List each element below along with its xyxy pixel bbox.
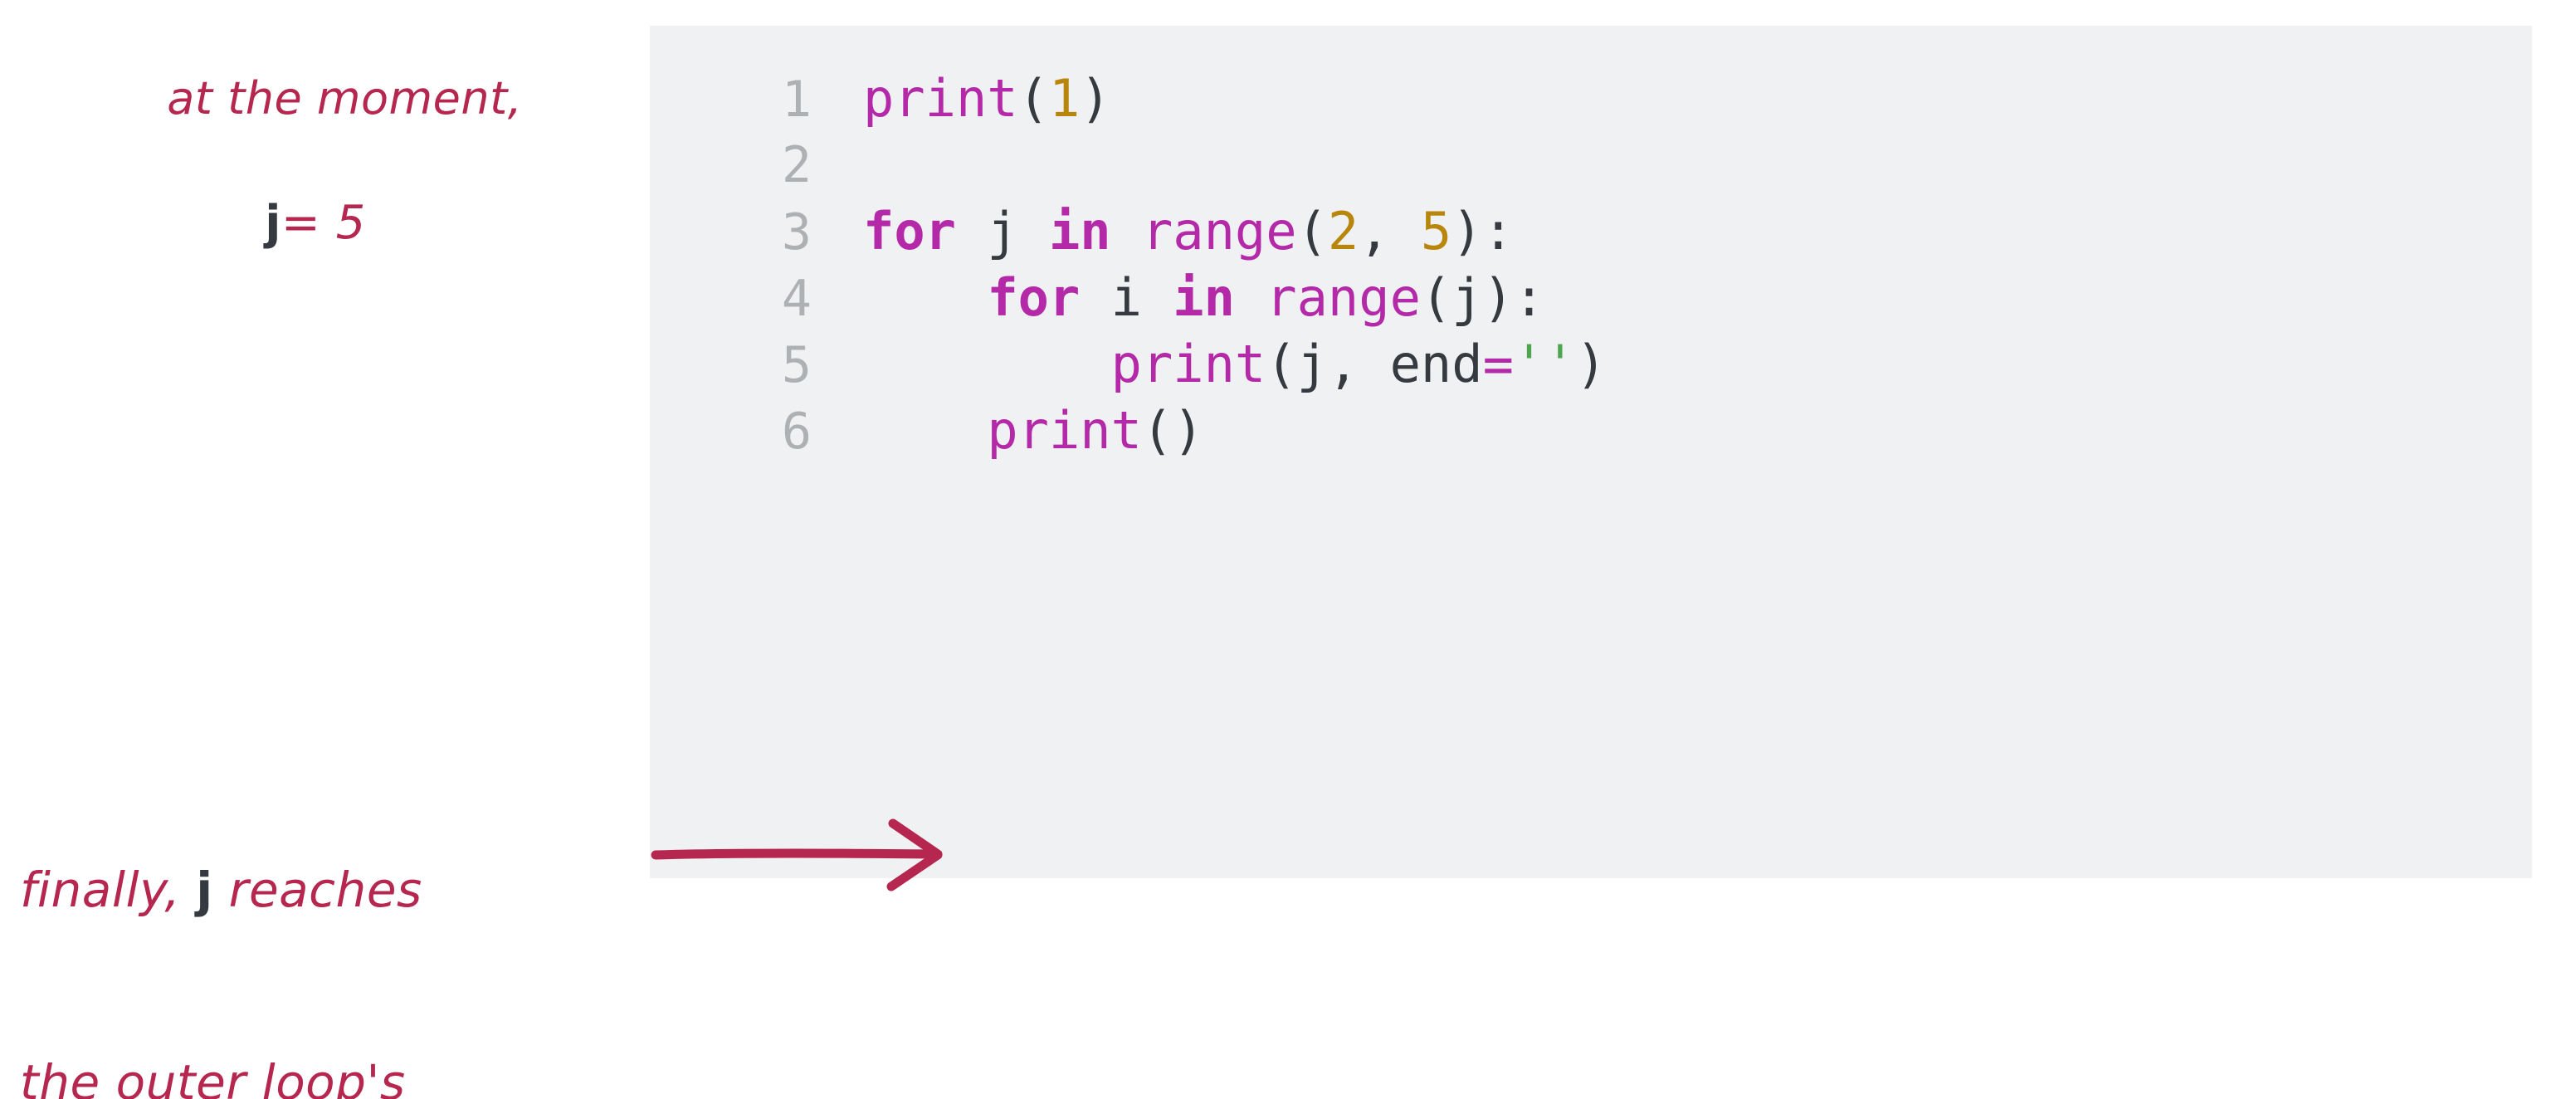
code-line-1-content: print(1) xyxy=(863,68,1111,129)
line-number-2: 2 xyxy=(781,136,812,194)
line-number-3: 3 xyxy=(781,203,812,261)
code-line-6: 6 print() xyxy=(650,398,2532,464)
line-number-6: 6 xyxy=(781,403,812,461)
annotation-bottom-note: finally, j reaches the outer loop's limi… xyxy=(20,730,474,1099)
code-block[interactable]: 1 print(1) 2 3 for j in range(2, 5): 4 f… xyxy=(650,26,2532,878)
code-line-1: 1 print(1) xyxy=(650,66,2532,132)
annotated-code-figure: at the moment, j= 5 1 print(1) 2 3 for j… xyxy=(0,0,2576,1099)
annotation-bottom-line1: finally, j reaches xyxy=(20,858,474,922)
code-line-5-content: print(j, end='') xyxy=(1110,334,1607,394)
annotation-top-line1: at the moment, xyxy=(167,72,523,125)
code-line-6-content: print() xyxy=(987,400,1204,461)
annotation-bottom-line1-suffix: reaches xyxy=(212,862,422,919)
code-line-3: 3 for j in range(2, 5): xyxy=(650,198,2532,265)
code-line-4: 4 for i in range(j): xyxy=(650,265,2532,331)
code-line-2: 2 xyxy=(650,132,2532,198)
code-line-5: 5 print(j, end='') xyxy=(650,331,2532,398)
annotation-bottom-variable: j xyxy=(196,862,213,919)
annotation-top-variable: j xyxy=(265,195,281,250)
annotation-top-note: at the moment, j= 5 xyxy=(0,12,631,370)
code-line-3-content: for j in range(2, 5): xyxy=(863,201,1514,261)
annotation-top-value: = 5 xyxy=(281,195,366,250)
code-line-4-content: for i in range(j): xyxy=(987,267,1545,328)
annotation-bottom-line2: the outer loop's xyxy=(20,1053,406,1099)
line-number-5: 5 xyxy=(781,336,812,394)
annotation-bottom-line1-prefix: finally, xyxy=(20,862,197,919)
line-number-1: 1 xyxy=(781,71,812,129)
line-number-4: 4 xyxy=(781,270,812,328)
annotation-top-line2: j= 5 xyxy=(0,193,631,254)
